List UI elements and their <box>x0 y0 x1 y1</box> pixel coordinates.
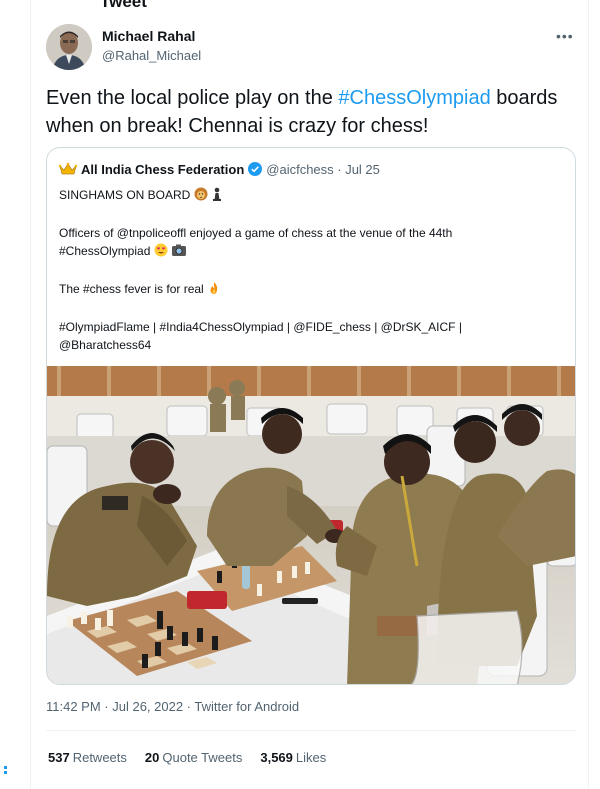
tweet-timestamp[interactable]: 11:42 PM · Jul 26, 2022 · Twitter for An… <box>46 699 299 714</box>
quoted-tweet[interactable]: All India Chess Federation @aicfchess · … <box>46 147 576 685</box>
quote-tweets-count: 20 <box>144 750 160 765</box>
left-border <box>30 0 31 789</box>
heart-eyes-emoji <box>154 243 168 262</box>
tweet-stats: 537 Retweets 20 Quote Tweets 3,569 Likes <box>48 750 344 765</box>
fire-emoji <box>207 281 221 300</box>
chess-pawn-emoji <box>211 187 223 206</box>
quote-line-1: SINGHAMS ON BOARD <box>59 188 191 202</box>
quote-author-name[interactable]: All India Chess Federation <box>81 162 244 177</box>
quote-line-4: The #chess fever is for real <box>59 282 204 296</box>
quote-body: SINGHAMS ON BOARD Officers of @tnpoliceo… <box>59 186 559 354</box>
police-chess-photo <box>47 366 575 684</box>
quote-line-6[interactable]: @Bharatchess64 <box>59 338 151 352</box>
author-name[interactable]: Michael Rahal <box>102 27 201 45</box>
retweets-label: Retweets <box>72 750 127 765</box>
crown-icon <box>59 162 77 175</box>
author-handle[interactable]: @Rahal_Michael <box>102 47 201 65</box>
quote-header: All India Chess Federation @aicfchess · … <box>59 160 380 178</box>
lion-emoji <box>194 187 208 206</box>
page-title: Tweet <box>100 0 147 11</box>
quote-author-handle[interactable]: @aicfchess · Jul 25 <box>266 162 380 177</box>
hashtag-link[interactable]: #ChessOlympiad <box>338 87 490 109</box>
quote-line-3[interactable]: #ChessOlympiad <box>59 244 150 258</box>
quote-photo[interactable] <box>47 366 575 684</box>
author-info: Michael Rahal @Rahal_Michael <box>102 27 201 65</box>
likes-label: Likes <box>295 750 327 765</box>
right-border <box>588 0 589 789</box>
quote-line-5[interactable]: #OlympiadFlame | #India4ChessOlympiad | … <box>59 320 462 334</box>
retweets-count: 537 <box>48 750 70 765</box>
quote-line-2: Officers of @tnpoliceoffl enjoyed a game… <box>59 226 453 240</box>
tweet-text-start: Even the local police play on the <box>46 87 339 109</box>
more-icon[interactable]: ••• <box>556 28 576 44</box>
avatar[interactable] <box>46 24 92 70</box>
dots-icon <box>4 766 8 776</box>
quote-tweets-stat[interactable]: 20 Quote Tweets <box>145 750 242 765</box>
retweets-stat[interactable]: 537 Retweets <box>48 750 127 765</box>
verified-icon <box>248 162 263 176</box>
divider <box>46 730 576 731</box>
likes-stat[interactable]: 3,569 Likes <box>260 750 326 765</box>
left-gutter <box>0 0 30 789</box>
likes-count: 3,569 <box>260 750 293 765</box>
quote-tweets-label: Quote Tweets <box>162 750 243 765</box>
tweet-header: Michael Rahal @Rahal_Michael ••• <box>46 24 576 72</box>
tweet-text: Even the local police play on the #Chess… <box>46 84 566 140</box>
camera-emoji <box>171 243 187 262</box>
